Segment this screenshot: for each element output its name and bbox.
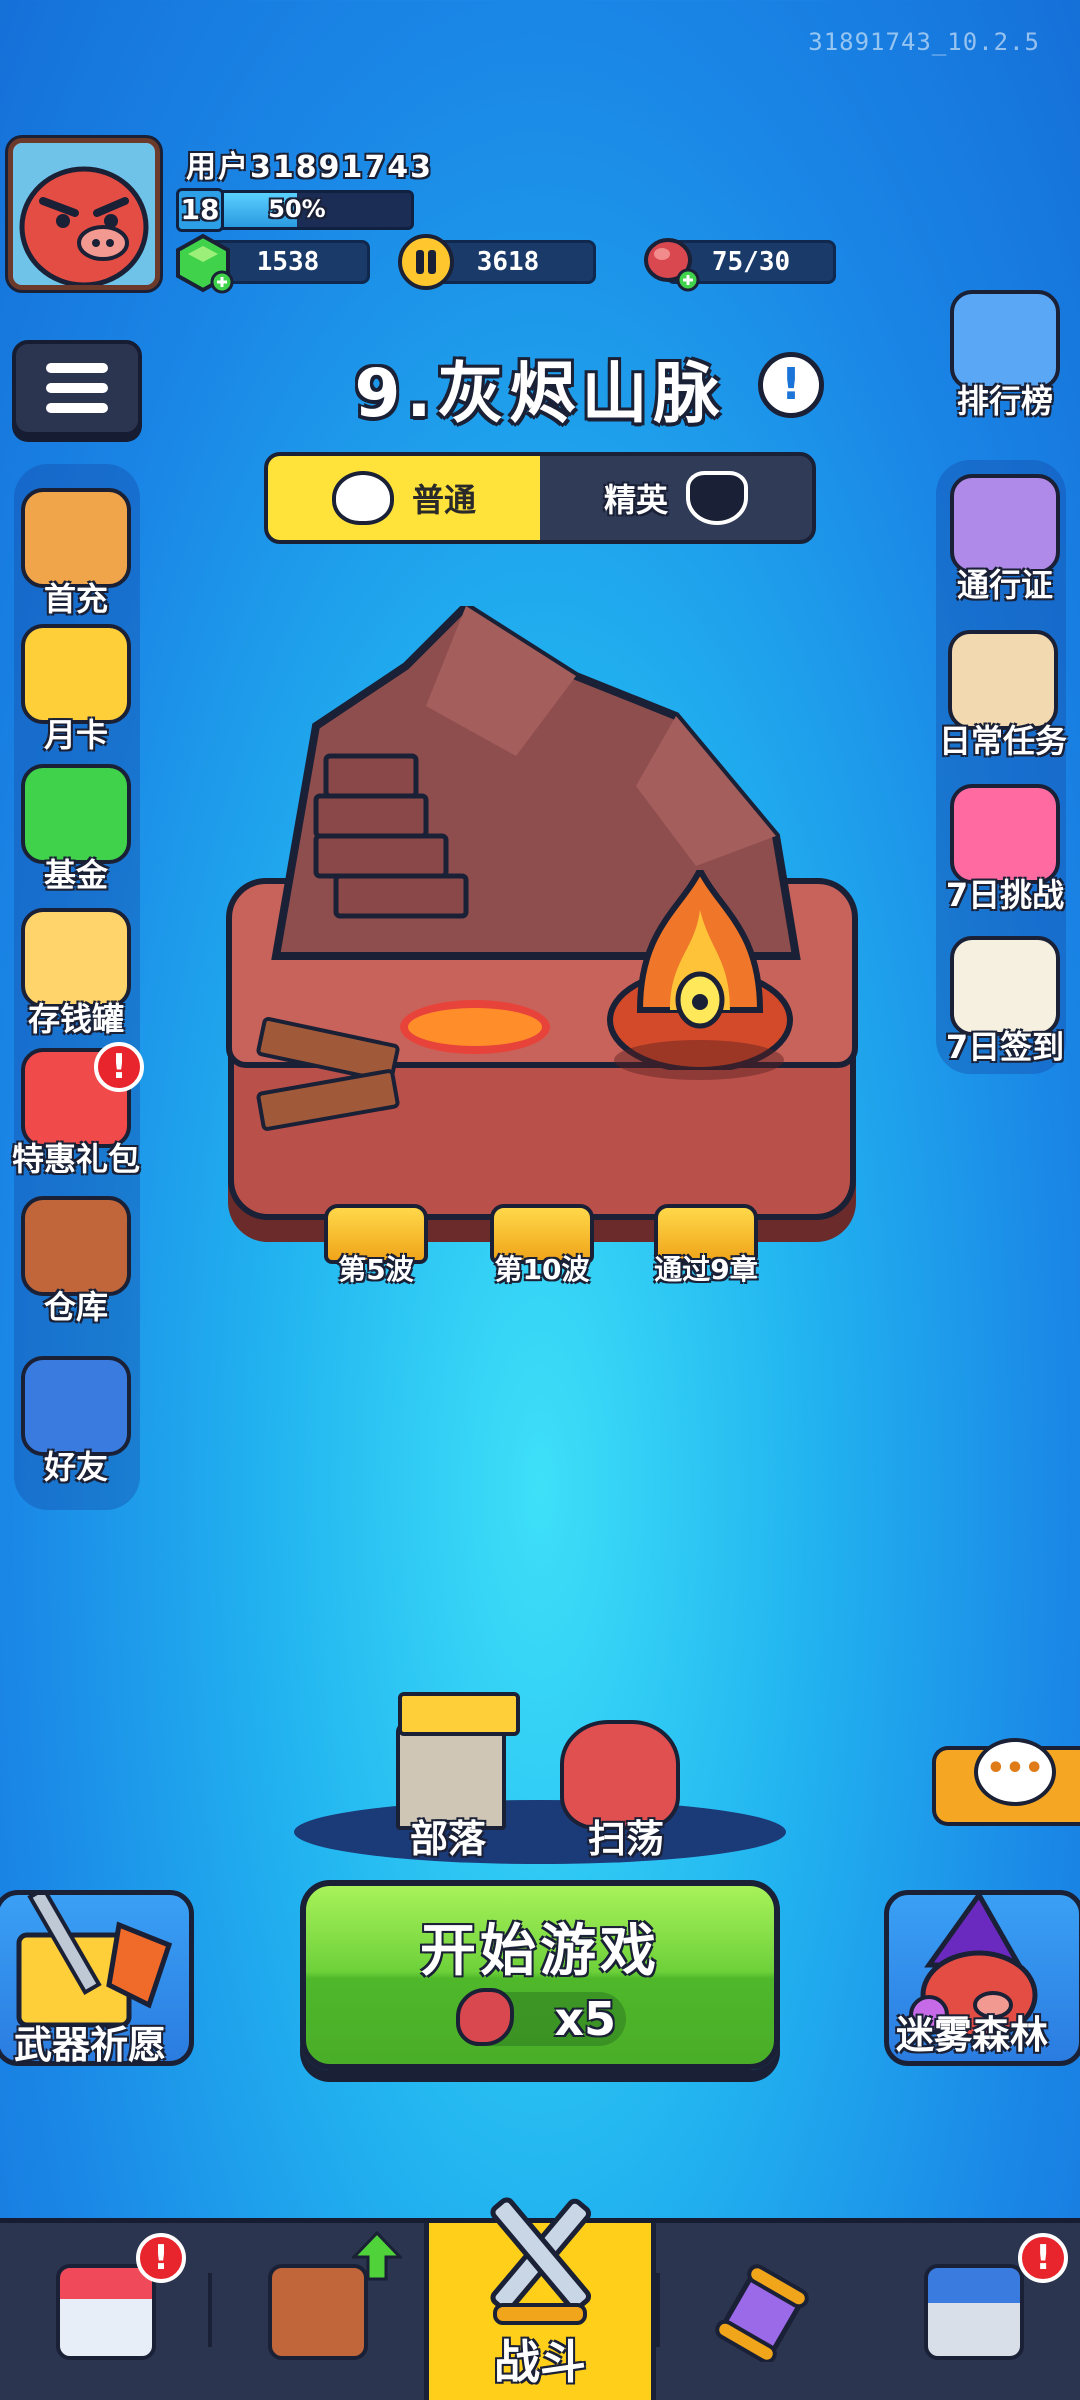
left-menu-label: 仓库 [43,1288,108,1326]
tribe-label: 部落 [410,1817,487,1861]
right-menu-daily-task[interactable]: 日常任务 [928,630,1078,762]
base-badge: ! [1018,2233,1069,2283]
mode-normal-tab[interactable]: 普通 [268,456,540,540]
leaderboard-icon [950,290,1060,390]
left-menu-label: 特惠礼包 [11,1140,140,1178]
right-menu-label: 7日挑战 [945,876,1065,914]
milestone-label: 第10波 [494,1253,590,1286]
bottom-nav: ! 战斗 ! [0,2197,1080,2400]
milestone-chest-2[interactable]: 第10波 [480,1198,604,1288]
player-level: 18 [176,188,224,232]
pass-icon [950,474,1060,574]
right-menu-label: 通行证 [956,566,1053,604]
left-menu-label: 好友 [43,1448,108,1486]
mode-normal-label: 普通 [411,481,476,519]
stage-info-button[interactable]: ! [758,352,824,418]
left-menu-monthly-card[interactable]: 月卡 [6,624,146,756]
seven-day-checkin-icon [950,936,1060,1036]
nav-shop[interactable]: ! [0,2223,212,2400]
seven-day-challenge-icon [950,784,1060,884]
weapon-wish-label: 武器祈愿 [14,2023,167,2067]
monster-shadow [614,1040,784,1080]
fund-icon [21,764,131,864]
friends-icon [21,1356,131,1456]
stamina-value: 75/30 [711,247,791,277]
misty-forest-label: 迷雾森林 [896,2013,1049,2057]
nav-base[interactable]: ! [868,2223,1080,2400]
nav-battle[interactable]: 战斗 [423,2197,657,2400]
daily-task-icon [948,630,1058,730]
building-icon [924,2263,1025,2360]
stage-title: 9.灰烬山脉 [354,355,726,432]
left-menu-label: 月卡 [43,716,108,754]
mode-elite-label: 精英 [603,481,668,519]
username: 用户31891743 [186,150,433,185]
chat-button[interactable]: ••• [932,1738,1080,1826]
backpack-icon [21,1196,131,1296]
nav-battle-label: 战斗 [493,2335,586,2389]
right-menu-seven-day-challenge[interactable]: 7日挑战 [930,784,1080,916]
milestone-label: 通过9章 [654,1253,758,1286]
milestone-label: 第5波 [338,1253,414,1286]
piggy-bank-icon [21,908,131,1008]
right-menu-leaderboard[interactable]: 排行榜 [930,290,1080,422]
meat-icon [644,238,700,292]
right-menu-label: 排行榜 [956,382,1053,420]
chat-icon: ••• [974,1738,1056,1806]
left-menu-gift-pack[interactable]: 特惠礼包! [6,1042,146,1180]
nav-divider [656,2273,661,2347]
start-game-button[interactable]: 开始游戏 x5 [300,1880,780,2070]
player-avatar[interactable] [8,138,160,290]
left-menu-friends[interactable]: 好友 [6,1356,146,1488]
mode-elite-tab[interactable]: 精英 [540,456,812,540]
upgrade-arrow-icon [351,2231,402,2281]
first-recharge-icon [21,488,131,588]
coins-value: 3618 [476,247,540,277]
left-menu-label: 存钱罐 [27,1000,124,1038]
left-menu-first-recharge[interactable]: 首充 [6,488,146,620]
shop-icon [55,2263,156,2360]
nav-equipment[interactable] [212,2223,424,2400]
right-menu-seven-day-checkin[interactable]: 7日签到 [930,936,1080,1068]
sweep-label: 扫荡 [588,1817,665,1861]
version-label: 31891743_10.2.5 [808,28,1040,56]
start-cost-value: x5 [554,1992,616,2046]
elite-mode-icon [686,471,748,525]
normal-mode-icon [331,471,394,525]
left-menu-label: 基金 [43,856,108,894]
lava-pool [400,1000,550,1054]
gem-icon [176,233,234,294]
right-menu-label: 7日签到 [945,1028,1065,1066]
meat-icon [456,1988,514,2046]
milestone-chest-1[interactable]: 第5波 [314,1198,438,1288]
crossed-swords-icon [490,2197,592,2325]
monthly-card-icon [21,624,131,724]
shop-badge: ! [136,2233,186,2283]
right-menu-pass[interactable]: 通行证 [930,474,1080,606]
left-menu-label: 首充 [43,580,108,618]
difficulty-toggle[interactable]: 普通 精英 [264,452,816,544]
left-menu-fund[interactable]: 基金 [6,764,146,896]
milestone-chest-3[interactable]: 通过9章 [644,1198,768,1288]
gems-value: 1538 [256,247,320,277]
nav-scroll[interactable] [656,2223,868,2400]
right-menu-label: 日常任务 [938,722,1067,760]
left-menu-piggy-bank[interactable]: 存钱罐 [6,908,146,1040]
scroll-icon [715,2263,809,2362]
action-platform [294,1800,786,1864]
start-cost: x5 [456,1988,626,2046]
left-menu-backpack[interactable]: 仓库 [6,1196,146,1328]
start-game-label: 开始游戏 [420,1919,660,1984]
coin-icon [398,234,454,290]
pig-avatar-icon [13,143,155,285]
gift-pack-badge: ! [94,1042,144,1092]
